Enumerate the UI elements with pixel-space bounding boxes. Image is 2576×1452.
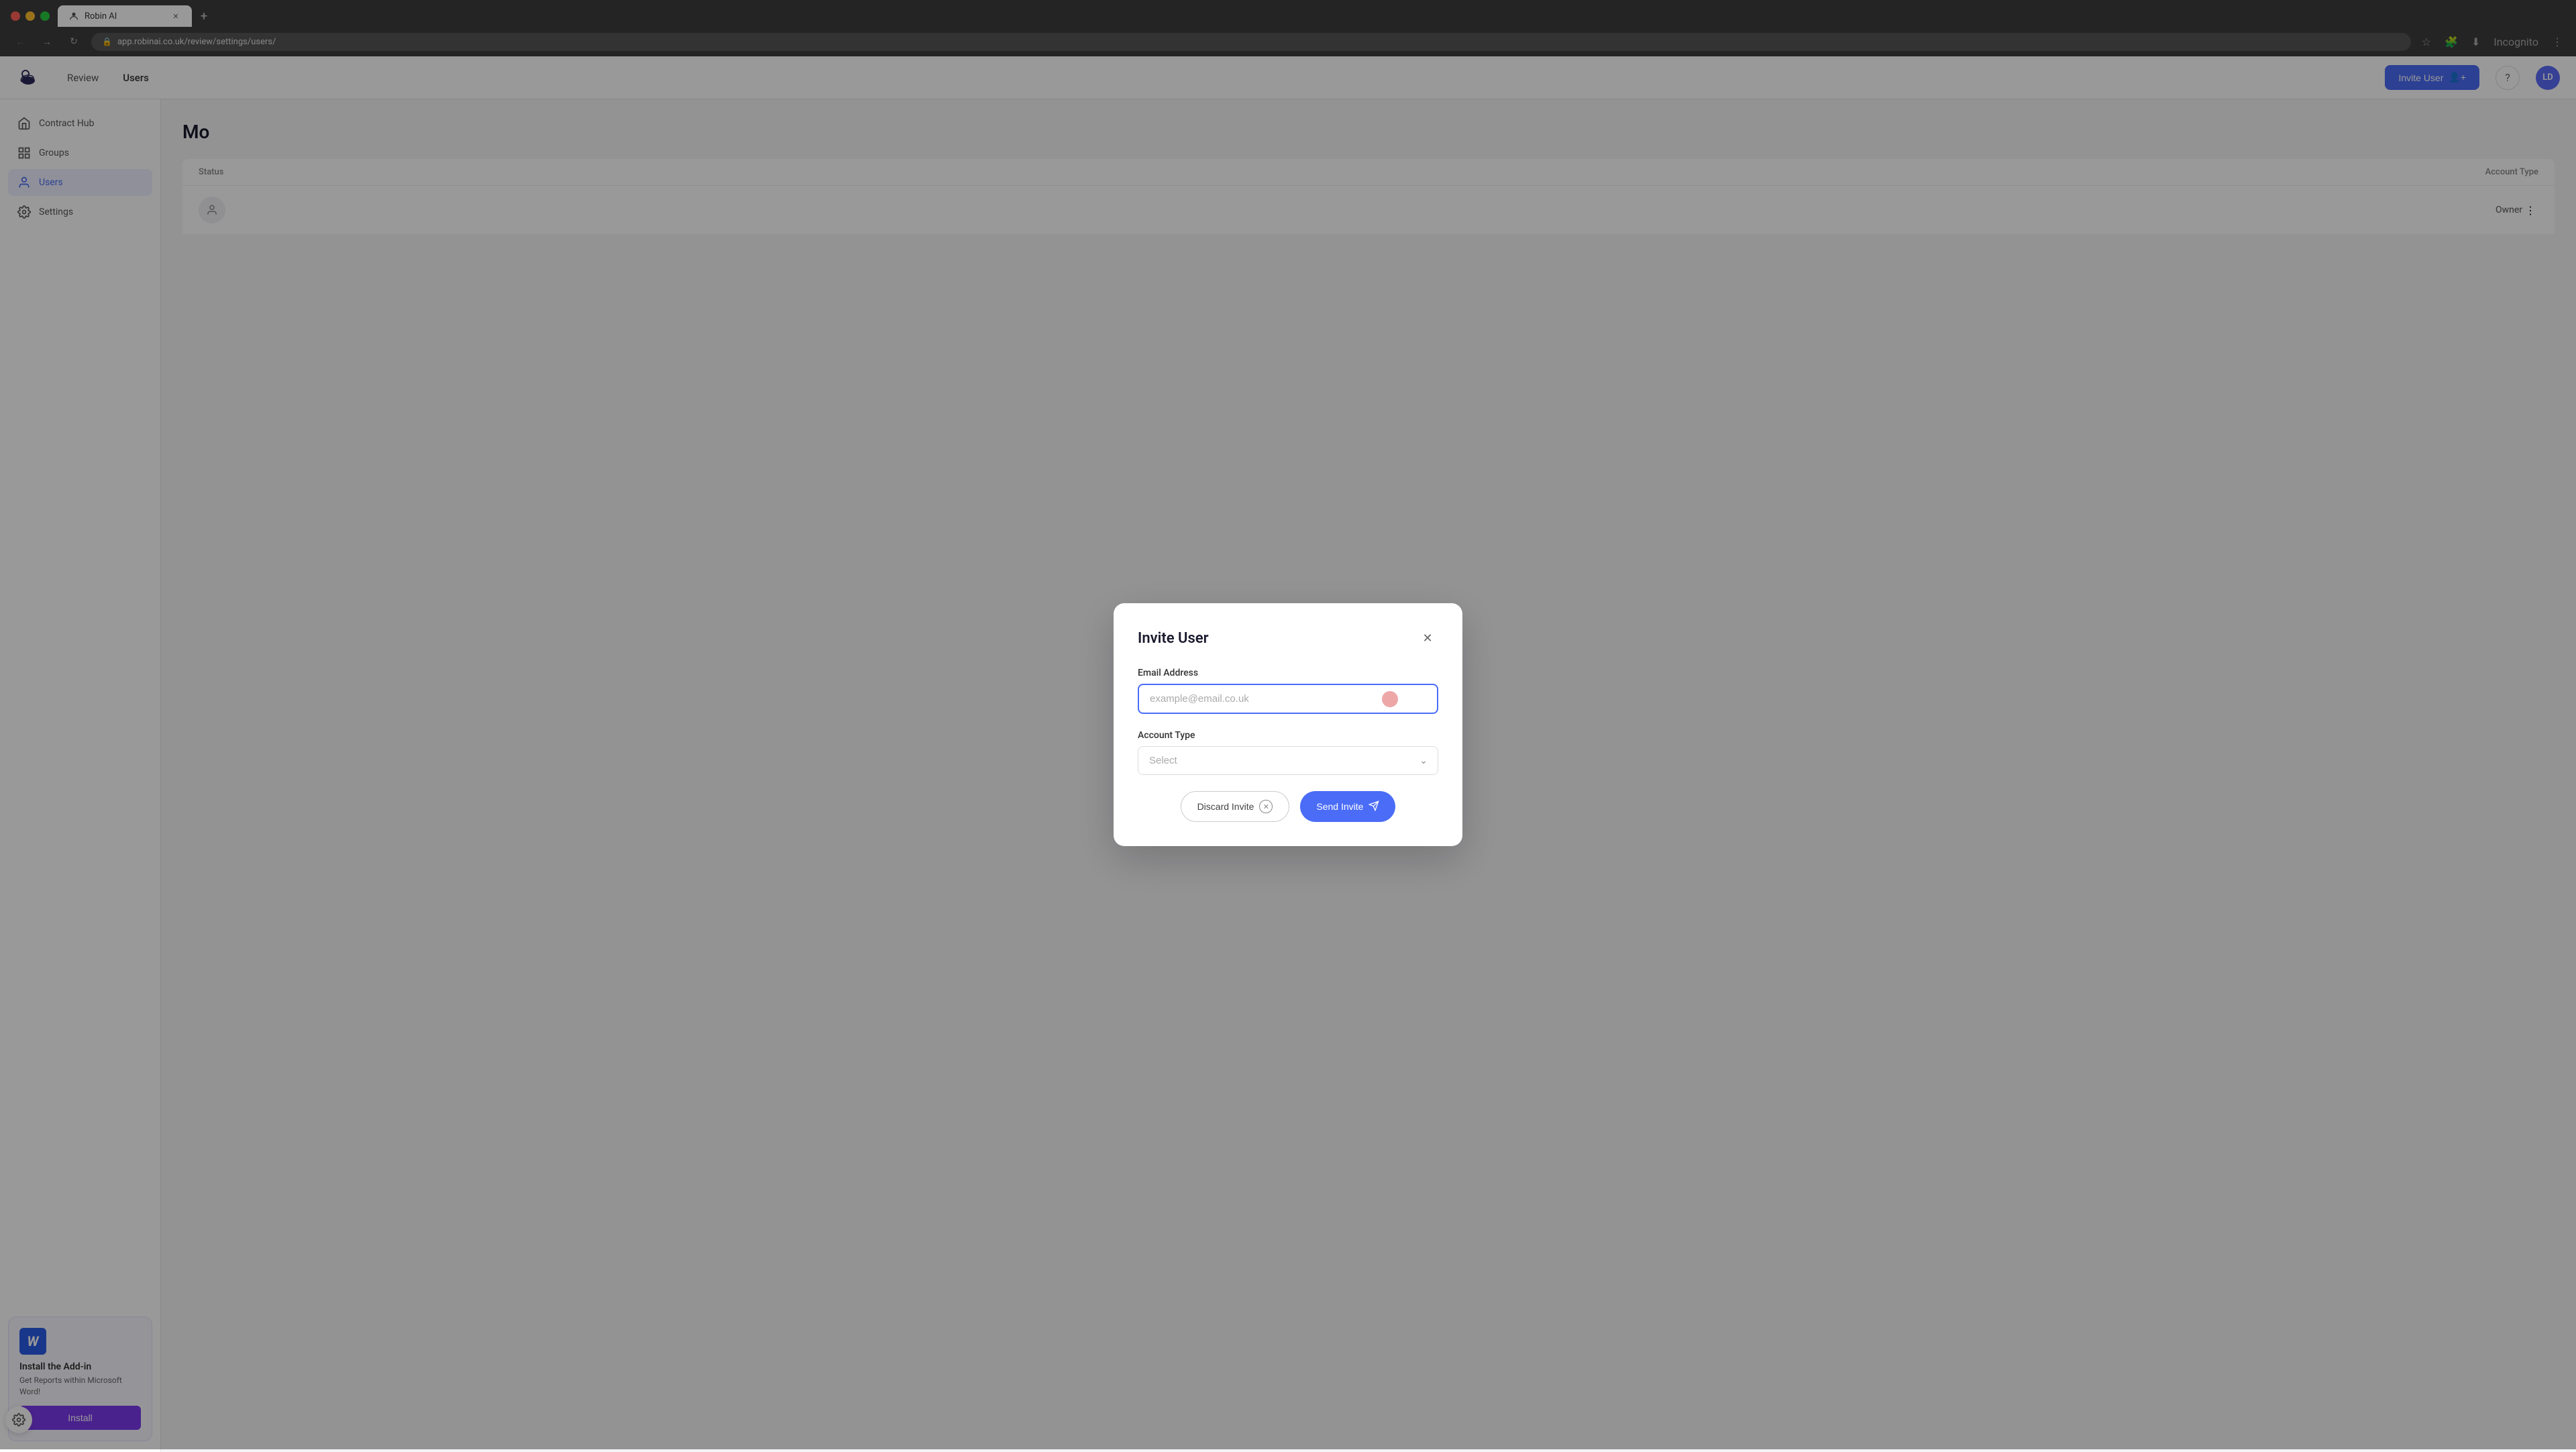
select-wrapper: Select Owner Admin Member ⌄ bbox=[1138, 746, 1438, 775]
email-input[interactable] bbox=[1138, 684, 1438, 714]
email-form-group: Email Address bbox=[1138, 668, 1438, 714]
modal-title: Invite User bbox=[1138, 630, 1209, 647]
account-type-form-group: Account Type Select Owner Admin Member ⌄ bbox=[1138, 730, 1438, 775]
account-type-label: Account Type bbox=[1138, 730, 1438, 741]
modal-header: Invite User ✕ bbox=[1138, 627, 1438, 649]
close-circle-icon: ✕ bbox=[1259, 800, 1273, 813]
modal-overlay[interactable]: Invite User ✕ Email Address Account Type… bbox=[0, 0, 2576, 1449]
account-type-select[interactable]: Select Owner Admin Member bbox=[1138, 746, 1438, 775]
modal-close-btn[interactable]: ✕ bbox=[1417, 627, 1438, 649]
send-label: Send Invite bbox=[1316, 801, 1363, 812]
email-label: Email Address bbox=[1138, 668, 1438, 678]
discard-label: Discard Invite bbox=[1197, 801, 1254, 812]
invite-user-modal: Invite User ✕ Email Address Account Type… bbox=[1114, 603, 1462, 846]
send-invite-btn[interactable]: Send Invite bbox=[1300, 791, 1395, 822]
send-icon bbox=[1368, 800, 1379, 813]
discard-invite-btn[interactable]: Discard Invite ✕ bbox=[1181, 791, 1290, 822]
modal-actions: Discard Invite ✕ Send Invite bbox=[1138, 791, 1438, 822]
